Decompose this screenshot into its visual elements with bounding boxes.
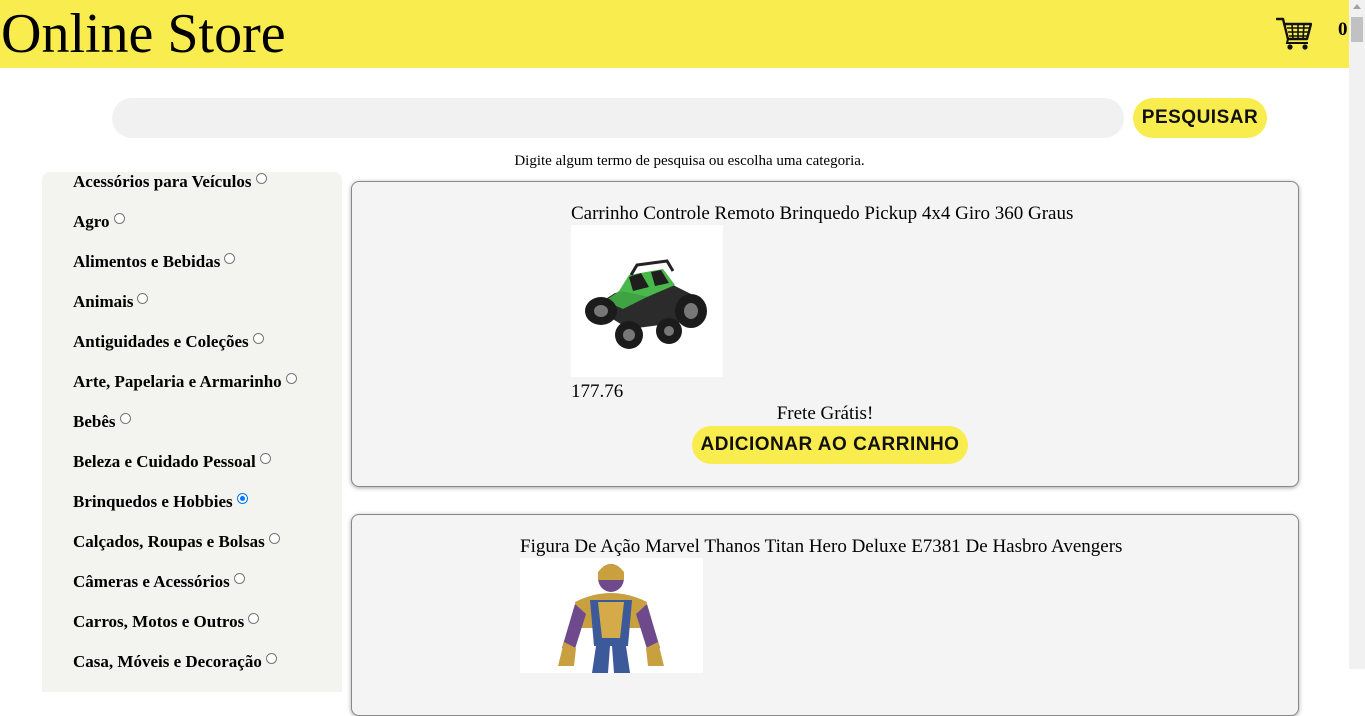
product-title[interactable]: Carrinho Controle Remoto Brinquedo Picku… — [571, 203, 1073, 225]
search-hint: Digite algum termo de pesquisa ou escolh… — [514, 153, 865, 169]
category-radio[interactable] — [265, 652, 277, 664]
category-radio[interactable] — [252, 332, 264, 344]
category-label: Arte, Papelaria e Armarinho — [73, 372, 282, 391]
category-carros-motos[interactable]: Carros, Motos e Outros — [73, 612, 260, 632]
category-label: Antiguidades e Coleções — [73, 332, 249, 351]
product-card: Carrinho Controle Remoto Brinquedo Picku… — [351, 181, 1299, 487]
category-label: Animais — [73, 292, 134, 311]
category-label: Brinquedos e Hobbies — [73, 492, 233, 511]
category-label: Câmeras e Acessórios — [73, 572, 230, 591]
category-radio[interactable] — [113, 212, 125, 224]
category-acessorios-veiculos[interactable]: Acessórios para Veículos — [73, 172, 267, 192]
category-radio[interactable] — [259, 452, 271, 464]
category-radio[interactable] — [248, 612, 260, 624]
category-agro[interactable]: Agro — [73, 212, 125, 232]
scrollbar-thumb[interactable] — [1351, 17, 1363, 42]
page-scrollbar[interactable] — [1349, 0, 1365, 669]
product-shipping: Frete Grátis! — [776, 403, 874, 424]
category-radio[interactable] — [137, 292, 149, 304]
category-casa-moveis[interactable]: Casa, Móveis e Decoração — [73, 652, 277, 672]
category-brinquedos-hobbies[interactable]: Brinquedos e Hobbies — [73, 492, 248, 512]
search-input[interactable] — [112, 98, 1124, 138]
product-price: 177.76 — [571, 381, 624, 402]
category-label: Bebês — [73, 412, 116, 431]
category-alimentos-bebidas[interactable]: Alimentos e Bebidas — [73, 252, 236, 272]
shopping-cart-icon[interactable] — [1276, 16, 1312, 50]
category-cameras-acessorios[interactable]: Câmeras e Acessórios — [73, 572, 245, 592]
category-radio-selected[interactable] — [236, 492, 248, 504]
category-radio[interactable] — [233, 572, 245, 584]
add-to-cart-button[interactable]: ADICIONAR AO CARRINHO — [692, 426, 968, 464]
product-title[interactable]: Figura De Ação Marvel Thanos Titan Hero … — [520, 536, 1122, 558]
category-calcados-roupas[interactable]: Calçados, Roupas e Bolsas — [73, 532, 280, 552]
category-antiguidades-colecoes[interactable]: Antiguidades e Coleções — [73, 332, 264, 352]
header-bar: Online Store 0 — [0, 0, 1349, 68]
category-radio[interactable] — [255, 172, 267, 184]
search-button[interactable]: PESQUISAR — [1133, 98, 1267, 138]
category-radio[interactable] — [268, 532, 280, 544]
category-beleza-cuidado[interactable]: Beleza e Cuidado Pessoal — [73, 452, 271, 472]
category-label: Casa, Móveis e Decoração — [73, 652, 262, 671]
category-radio[interactable] — [224, 252, 236, 264]
cart-count: 0 — [1338, 19, 1348, 40]
category-label: Agro — [73, 212, 110, 231]
scroll-up-arrow-icon[interactable] — [1353, 4, 1361, 9]
category-label: Acessórios para Veículos — [73, 172, 252, 191]
category-radio[interactable] — [119, 412, 131, 424]
thanos-action-figure-image[interactable] — [520, 558, 703, 673]
category-label: Alimentos e Bebidas — [73, 252, 221, 271]
rc-pickup-truck-image[interactable] — [571, 225, 723, 377]
category-arte-papelaria[interactable]: Arte, Papelaria e Armarinho — [73, 372, 297, 392]
category-label: Beleza e Cuidado Pessoal — [73, 452, 256, 471]
category-bebes[interactable]: Bebês — [73, 412, 131, 432]
category-label: Calçados, Roupas e Bolsas — [73, 532, 265, 551]
category-radio[interactable] — [285, 372, 297, 384]
category-label: Carros, Motos e Outros — [73, 612, 245, 631]
category-sidebar: Acessórios para Veículos Agro Alimentos … — [42, 172, 342, 692]
brand-title[interactable]: Online Store — [1, 0, 286, 68]
category-animais[interactable]: Animais — [73, 292, 149, 312]
product-card: Figura De Ação Marvel Thanos Titan Hero … — [351, 514, 1299, 716]
